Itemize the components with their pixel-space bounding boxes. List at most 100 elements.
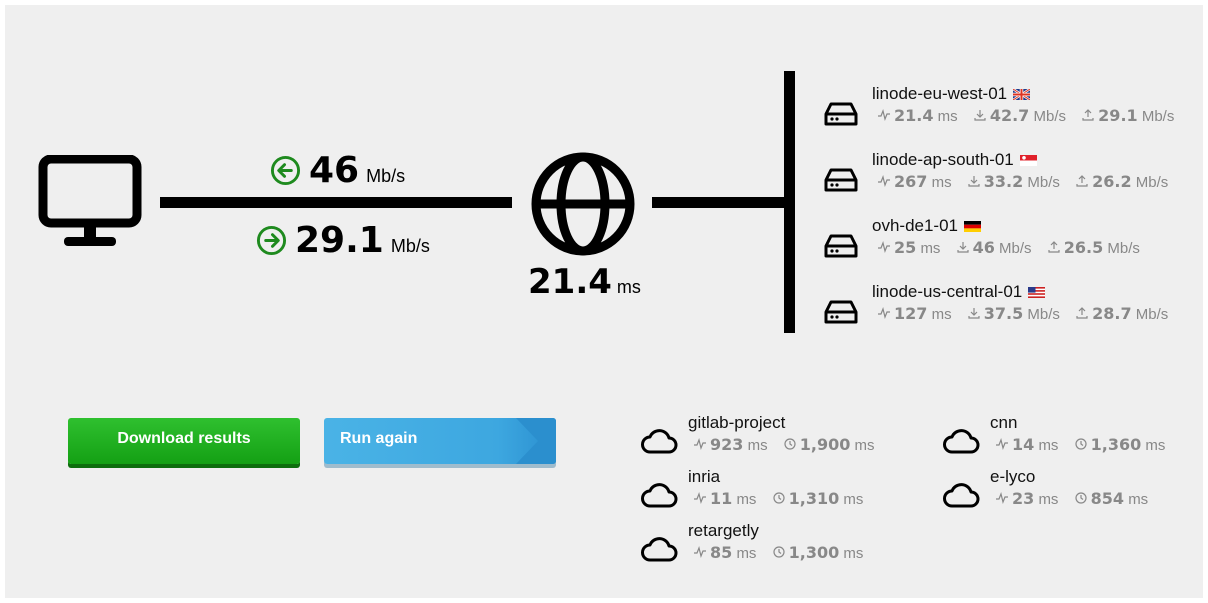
clock-icon bbox=[784, 438, 796, 450]
de-flag-icon bbox=[964, 220, 982, 232]
download-results-label: Download results bbox=[117, 430, 251, 447]
download-icon bbox=[974, 110, 986, 121]
pulse-icon bbox=[878, 241, 890, 253]
sg-flag-icon bbox=[1019, 154, 1037, 166]
server-name: linode-us-central-01 bbox=[872, 282, 1023, 301]
computer-icon bbox=[38, 155, 142, 246]
ping-unit: ms bbox=[736, 491, 757, 508]
download-unit: Mb/s bbox=[1033, 108, 1066, 125]
server-name: linode-ap-south-01 bbox=[872, 150, 1014, 169]
upload-speed-value: 29.1 bbox=[295, 220, 384, 261]
client-link-line bbox=[160, 197, 512, 208]
service-item: gitlab-project 923 ms 1,900 ms bbox=[640, 413, 875, 455]
service-item: cnn 14 ms 1,360 ms bbox=[942, 413, 1165, 455]
globe-icon bbox=[531, 152, 635, 256]
server-upload: 29.1 bbox=[1098, 106, 1138, 125]
server-ping: 267 bbox=[894, 172, 928, 191]
download-speed: 46 Mb/s bbox=[270, 150, 405, 191]
service-load-time: 854 bbox=[1090, 489, 1125, 508]
service-item: retargetly 85 ms 1,300 ms bbox=[640, 521, 863, 563]
download-icon bbox=[968, 308, 980, 319]
pulse-icon bbox=[694, 438, 706, 450]
ping-unit: ms bbox=[931, 306, 952, 323]
download-unit: Mb/s bbox=[999, 240, 1032, 257]
ping-unit: ms bbox=[931, 174, 952, 191]
download-unit: Mb/s bbox=[1027, 174, 1060, 191]
service-ping: 11 bbox=[710, 489, 733, 508]
download-unit: Mb/s bbox=[1027, 306, 1060, 323]
server-ping: 127 bbox=[894, 304, 928, 323]
cloud-icon bbox=[641, 429, 678, 454]
clock-icon bbox=[1075, 492, 1087, 504]
service-load-time: 1,310 bbox=[788, 489, 840, 508]
server-drive-icon bbox=[824, 300, 858, 324]
service-name: cnn bbox=[990, 413, 1018, 432]
latency-unit: ms bbox=[616, 277, 641, 297]
server-ping: 21.4 bbox=[894, 106, 934, 125]
service-name: inria bbox=[688, 467, 721, 486]
service-ping: 23 bbox=[1012, 489, 1035, 508]
us-flag-icon bbox=[1028, 286, 1046, 298]
clock-icon bbox=[1075, 438, 1087, 450]
latency-value: 21.4 bbox=[528, 262, 612, 302]
pulse-icon bbox=[996, 492, 1008, 504]
service-item: inria 11 ms 1,310 ms bbox=[640, 467, 863, 509]
server-upload: 26.5 bbox=[1063, 238, 1104, 257]
load-unit: ms bbox=[843, 545, 864, 562]
clock-icon bbox=[773, 546, 785, 558]
server-download: 33.2 bbox=[983, 172, 1024, 191]
cloud-icon bbox=[641, 537, 678, 562]
ping-unit: ms bbox=[920, 240, 941, 257]
server-download: 46 bbox=[972, 238, 995, 257]
server-link-line bbox=[652, 197, 786, 208]
server-item: ovh-de1-01 25 ms 46 Mb/s 26.5 Mb/s bbox=[822, 216, 1140, 260]
ping-unit: ms bbox=[747, 437, 768, 454]
server-download: 37.5 bbox=[983, 304, 1024, 323]
server-download: 42.7 bbox=[989, 106, 1030, 125]
pulse-icon bbox=[878, 175, 890, 187]
run-again-button[interactable]: Run again bbox=[324, 418, 556, 464]
service-ping: 85 bbox=[710, 543, 733, 562]
pulse-icon bbox=[878, 307, 890, 319]
upload-speed-unit: Mb/s bbox=[390, 236, 430, 256]
upload-icon bbox=[1076, 307, 1088, 319]
internet-latency: 21.4 ms bbox=[528, 262, 641, 302]
download-icon bbox=[968, 176, 980, 187]
load-unit: ms bbox=[1145, 437, 1166, 454]
ping-unit: ms bbox=[937, 108, 958, 125]
service-load-time: 1,300 bbox=[788, 543, 840, 562]
load-unit: ms bbox=[843, 491, 864, 508]
server-ping: 25 bbox=[894, 238, 917, 257]
server-item: linode-ap-south-01 267 ms 33.2 Mb/s 26.2… bbox=[822, 150, 1168, 194]
service-load-time: 1,360 bbox=[1090, 435, 1142, 454]
server-item: linode-us-central-01 127 ms 37.5 Mb/s 28… bbox=[822, 282, 1168, 326]
server-name: ovh-de1-01 bbox=[872, 216, 959, 235]
upload-icon bbox=[1082, 109, 1094, 121]
server-name: linode-eu-west-01 bbox=[872, 84, 1008, 103]
ping-unit: ms bbox=[1038, 437, 1059, 454]
load-unit: ms bbox=[854, 437, 875, 454]
pulse-icon bbox=[694, 492, 706, 504]
pulse-icon bbox=[878, 109, 890, 121]
server-drive-icon bbox=[824, 102, 858, 126]
service-load-time: 1,900 bbox=[799, 435, 851, 454]
gb-flag-icon bbox=[1013, 88, 1031, 100]
service-name: gitlab-project bbox=[688, 413, 786, 432]
cloud-icon bbox=[641, 483, 678, 508]
upload-icon bbox=[1048, 241, 1060, 253]
cloud-icon bbox=[943, 483, 980, 508]
arrow-left-circle-icon bbox=[270, 155, 301, 186]
arrow-right-circle-icon bbox=[256, 225, 287, 256]
pulse-icon bbox=[996, 438, 1008, 450]
cloud-icon bbox=[943, 429, 980, 454]
server-drive-icon bbox=[824, 234, 858, 258]
server-bus-line bbox=[784, 71, 795, 333]
download-results-button[interactable]: Download results bbox=[68, 418, 300, 464]
upload-speed: 29.1 Mb/s bbox=[256, 220, 430, 261]
upload-icon bbox=[1076, 175, 1088, 187]
service-ping: 14 bbox=[1012, 435, 1035, 454]
service-item: e-lyco 23 ms 854 ms bbox=[942, 467, 1148, 509]
service-name: e-lyco bbox=[990, 467, 1036, 486]
download-speed-value: 46 bbox=[309, 150, 360, 191]
server-upload: 26.2 bbox=[1092, 172, 1132, 191]
